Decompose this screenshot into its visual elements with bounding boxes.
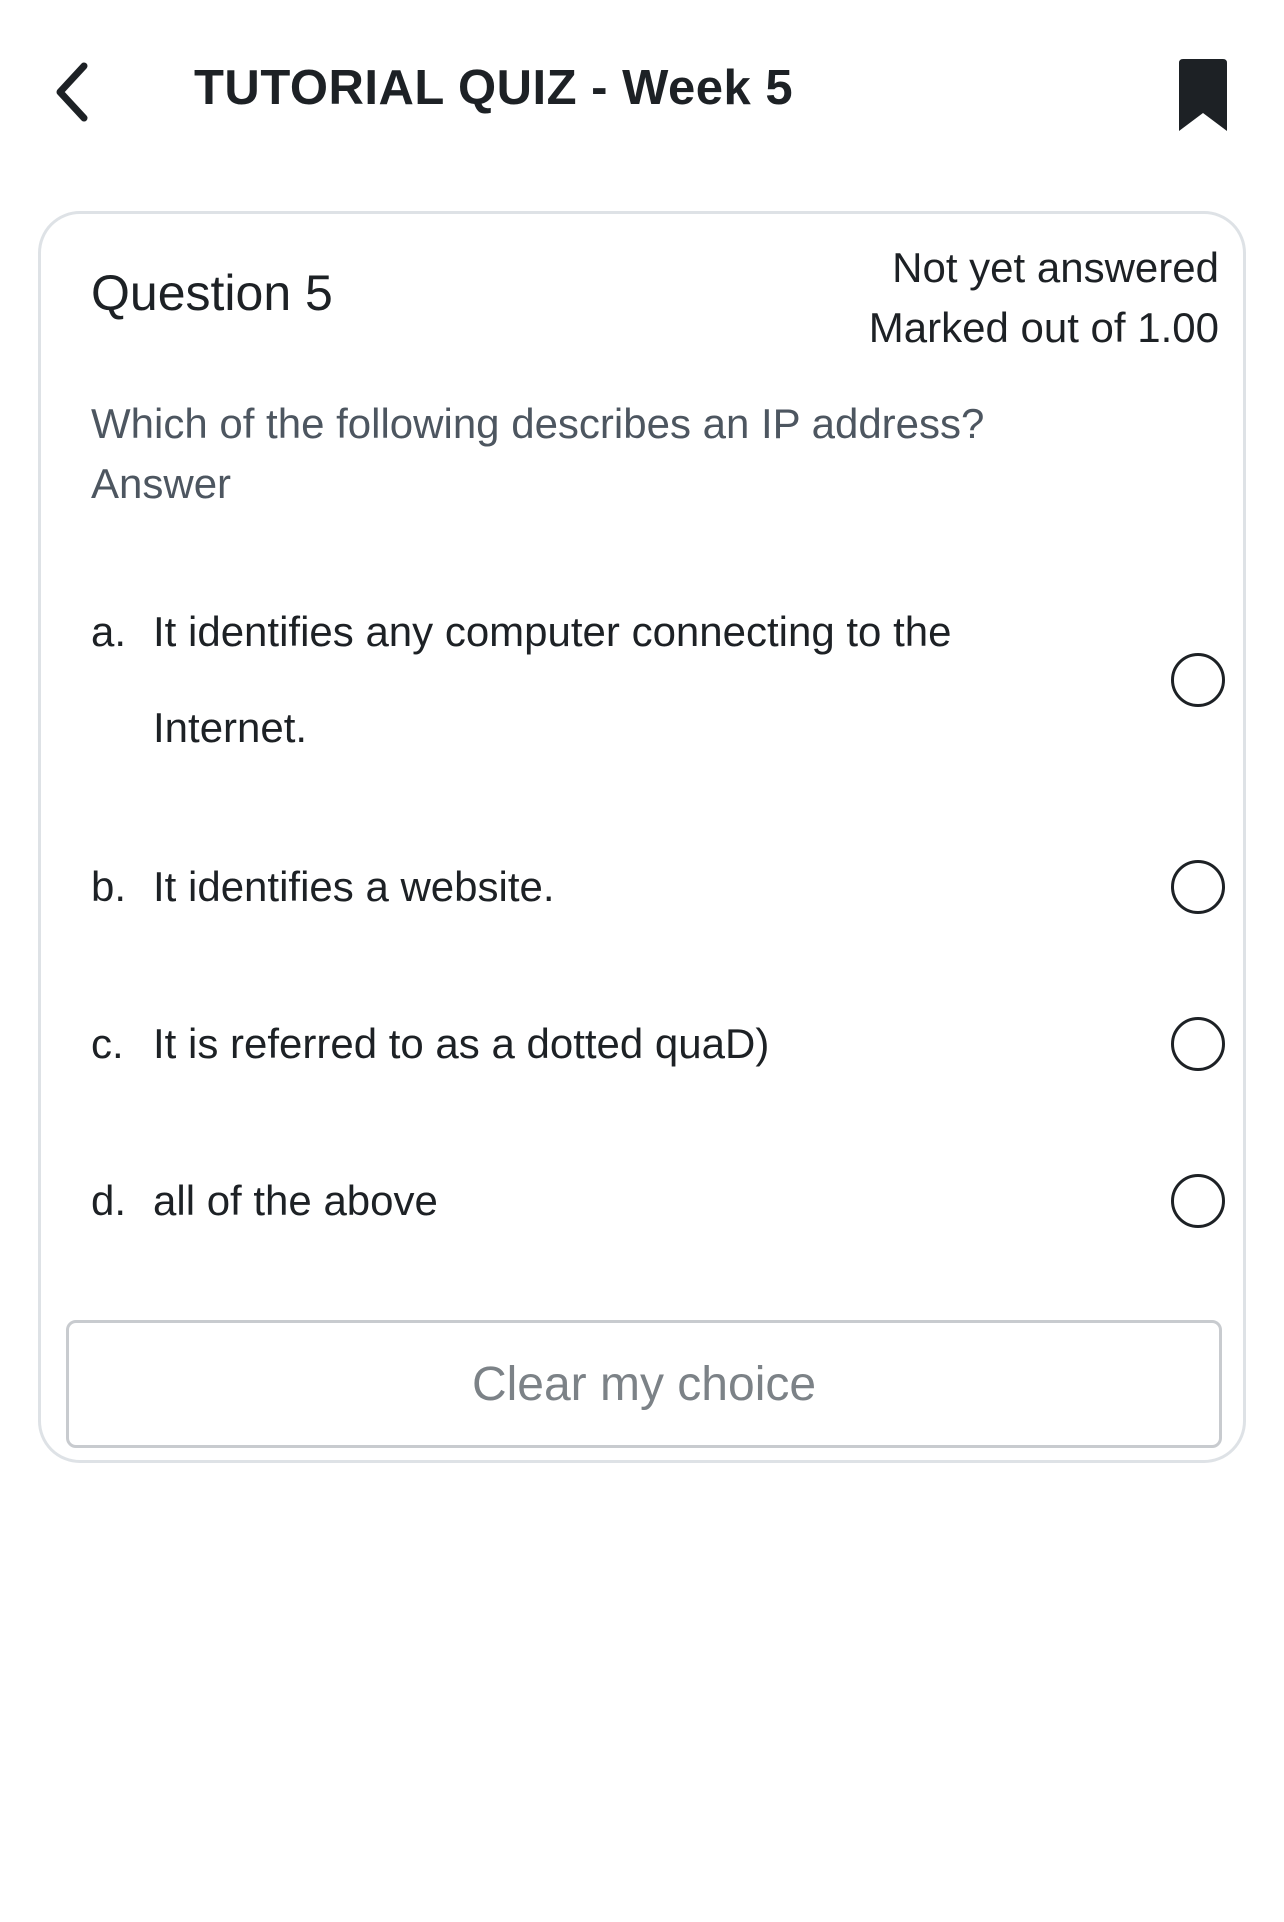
question-marks: Marked out of 1.00 [868, 304, 1219, 351]
option-text: It is referred to as a dotted quaD) [153, 1020, 770, 1067]
option-b-radio[interactable] [1171, 860, 1225, 914]
answer-option-d[interactable]: d. all of the above [91, 1153, 1225, 1249]
answer-label: Answer [91, 460, 232, 507]
question-status: Not yet answered [892, 244, 1219, 291]
page-title: TUTORIAL QUIZ - Week 5 [194, 61, 794, 115]
question-card: Question 5 Not yet answered Marked out o… [38, 211, 1246, 1463]
question-text-block: Which of the following describes an IP a… [91, 394, 984, 514]
answer-option-b[interactable]: b. It identifies a website. [91, 839, 1225, 935]
question-number: Question 5 [91, 265, 333, 321]
answer-option-a[interactable]: a. It identifies any computer connecting… [91, 584, 1225, 776]
option-letter: d. [91, 1177, 127, 1224]
bookmark-icon [1179, 59, 1227, 131]
option-letter: c. [91, 1020, 124, 1067]
question-text: Which of the following describes an IP a… [91, 400, 985, 447]
clear-choice-button[interactable]: Clear my choice [66, 1320, 1222, 1448]
question-info: Not yet answered Marked out of 1.00 [869, 238, 1219, 358]
back-button[interactable] [40, 50, 104, 134]
option-text: It identifies a website. [153, 863, 555, 910]
option-letter: a. [91, 608, 127, 655]
option-letter: b. [91, 863, 127, 910]
option-text: all of the above [153, 1177, 438, 1224]
bookmark-button[interactable] [1168, 50, 1238, 140]
option-d-radio[interactable] [1171, 1174, 1225, 1228]
chevron-left-icon [56, 62, 88, 122]
option-c-radio[interactable] [1171, 1017, 1225, 1071]
option-a-radio[interactable] [1171, 653, 1225, 707]
option-text: It identifies any computer connecting to… [153, 608, 952, 751]
answer-option-c[interactable]: c. It is referred to as a dotted quaD) [91, 996, 1225, 1092]
app-header: TUTORIAL QUIZ - Week 5 [0, 0, 1284, 190]
